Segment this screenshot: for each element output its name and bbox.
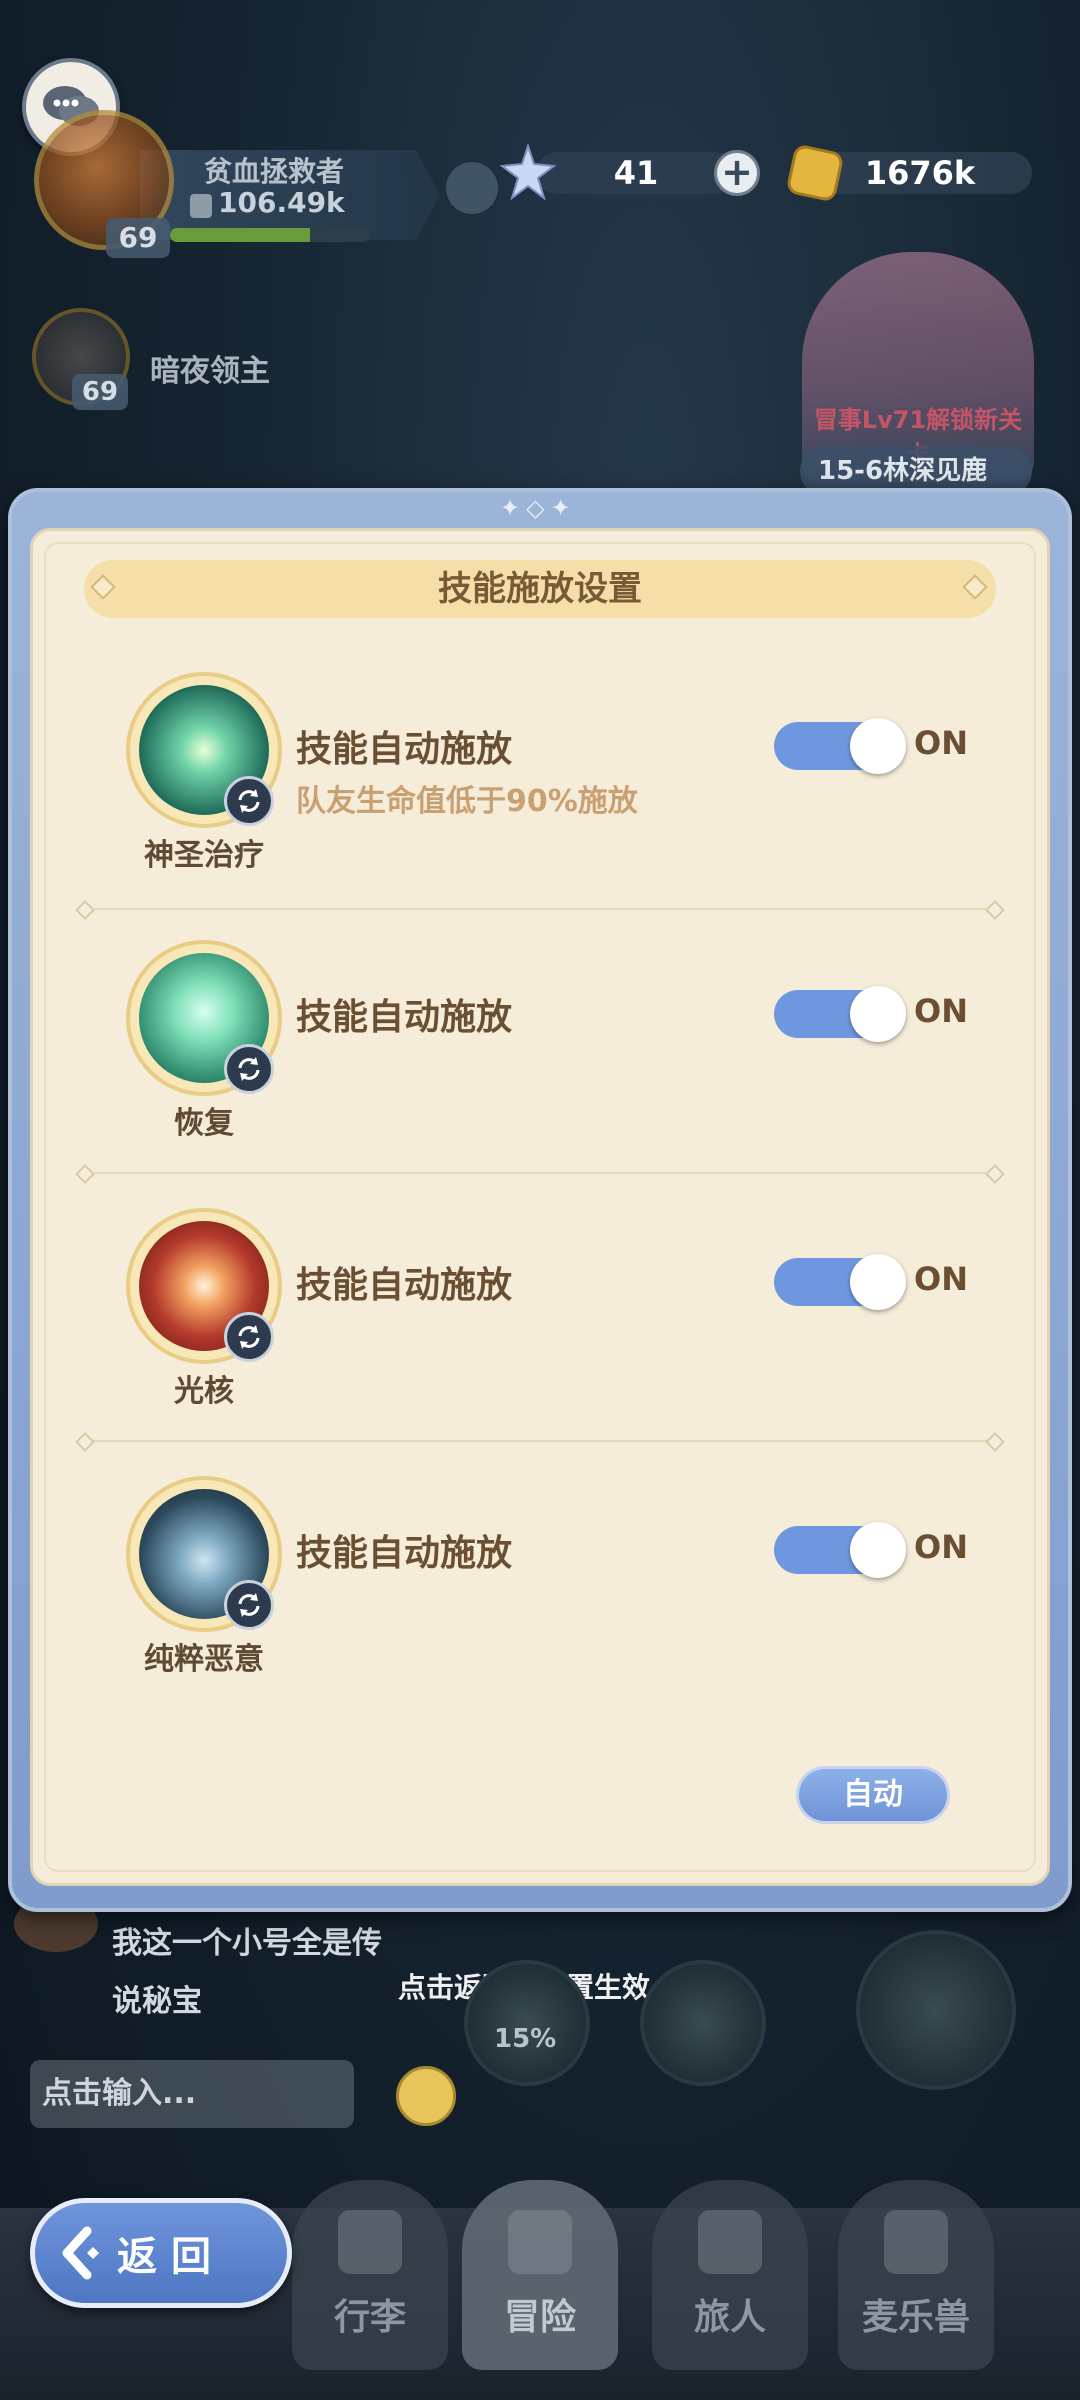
row-divider [84, 908, 996, 910]
gold-coin-icon [785, 143, 845, 203]
swap-skill-icon[interactable] [224, 1312, 274, 1362]
nav-tab-travelers[interactable]: 旅人 [652, 2180, 808, 2370]
toggle-state: ON [914, 1260, 968, 1298]
skill-orb-percent: 15% [494, 2024, 557, 2054]
auto-cast-condition: 队友生命值低于90%施放 [296, 784, 638, 819]
toggle-state: ON [914, 992, 968, 1030]
nav-tab-adventure[interactable]: 冒险 [462, 2180, 618, 2370]
chat-input[interactable]: 点击输入... [30, 2060, 354, 2128]
skill-name: 光核 [174, 1374, 234, 1409]
skill-row-4: 纯粹恶意 技能自动施放 ON [84, 1476, 996, 1696]
emoji-icon[interactable] [396, 2066, 456, 2126]
event-stage-text: 15-6林深见鹿 [818, 456, 988, 486]
chat-message-line-1: 我这一个小号全是传 [112, 1926, 382, 1961]
back-button[interactable]: 返回 [30, 2198, 292, 2308]
skill-name: 纯粹恶意 [144, 1642, 264, 1677]
player-name: 贫血拯救者 [204, 155, 345, 188]
back-arrow-icon [62, 2226, 99, 2280]
skill-row-1: 神圣治疗 技能自动施放 队友生命值低于90%施放 ON [84, 672, 996, 892]
shield-icon [190, 194, 212, 218]
nav-tab-luggage[interactable]: 行李 [292, 2180, 448, 2370]
toggle-knob [850, 1522, 906, 1578]
auto-button[interactable]: 自动 [796, 1766, 950, 1824]
nav-tab-pets[interactable]: 麦乐兽 [838, 2180, 994, 2370]
auto-cast-label: 技能自动施放 [296, 1265, 513, 1306]
player-level-badge: 69 [106, 218, 170, 258]
chat-message-line-2: 说秘宝 [112, 1984, 202, 2019]
stars-counter: 41 [536, 152, 736, 194]
auto-cast-label: 技能自动施放 [296, 729, 513, 770]
row-divider [84, 1440, 996, 1442]
player-hp-bar [170, 228, 370, 242]
modal-title: 技能施放设置 [84, 560, 996, 618]
skill-row-2: 恢复 技能自动施放 ON [84, 940, 996, 1160]
boss-level-badge: 69 [72, 374, 128, 410]
fox-pet-icon [884, 2210, 948, 2274]
toggle-state: ON [914, 724, 968, 762]
star-crystal-icon [500, 144, 556, 200]
auto-cast-toggle[interactable] [774, 718, 906, 774]
auto-cast-toggle[interactable] [774, 1254, 906, 1310]
modal-top-sparkles-icon: ✦◇✦ [500, 494, 577, 522]
skill-row-3: 光核 技能自动施放 ON [84, 1208, 996, 1428]
traveler-icon [698, 2210, 762, 2274]
player-hp-fill [170, 228, 310, 242]
player-power: 106.49k [218, 186, 345, 219]
auto-cast-toggle[interactable] [774, 1522, 906, 1578]
toggle-knob [850, 986, 906, 1042]
chest-icon [338, 2210, 402, 2274]
add-stars-button[interactable]: + [714, 150, 760, 196]
crossed-swords-icon [508, 2210, 572, 2274]
boss-name: 暗夜领主 [150, 354, 270, 389]
swap-skill-icon[interactable] [224, 1044, 274, 1094]
skill-name: 神圣治疗 [144, 838, 264, 873]
toggle-state: ON [914, 1528, 968, 1566]
skill-name: 恢复 [174, 1106, 234, 1141]
skill-orb-2[interactable] [640, 1960, 766, 2086]
auto-cast-label: 技能自动施放 [296, 997, 513, 1038]
swap-skill-icon[interactable] [224, 1580, 274, 1630]
crown-icon[interactable] [446, 162, 498, 214]
auto-cast-label: 技能自动施放 [296, 1533, 513, 1574]
skill-orb-3[interactable] [856, 1930, 1016, 2090]
skill-orb-1[interactable] [464, 1960, 590, 2086]
swap-skill-icon[interactable] [224, 776, 274, 826]
row-divider [84, 1172, 996, 1174]
toggle-knob [850, 718, 906, 774]
auto-cast-toggle[interactable] [774, 986, 906, 1042]
toggle-knob [850, 1254, 906, 1310]
